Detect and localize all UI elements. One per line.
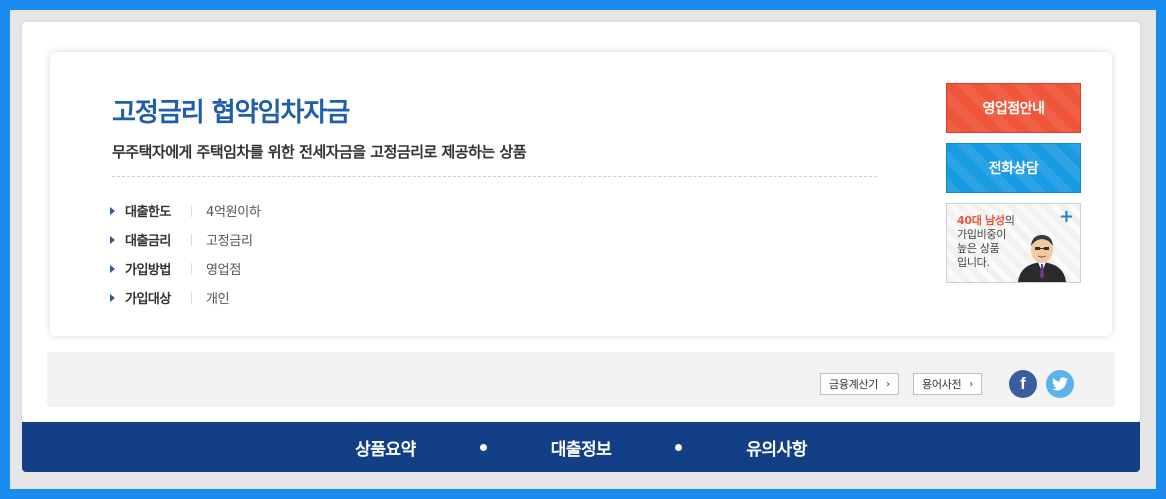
glossary-button[interactable]: 용어사전 › [913,373,982,395]
info-row-eligibility: 가입대상 개인 [110,283,261,312]
tab-notices[interactable]: 유의사항 [746,435,807,460]
arrow-right-icon [110,264,115,273]
info-label: 대출금리 [125,234,171,249]
tab-loan-info[interactable]: 대출정보 [551,435,612,460]
info-value: 고정금리 [206,234,253,249]
info-separator [191,262,192,275]
info-label: 가입방법 [125,263,171,278]
tab-product-summary[interactable]: 상품요약 [355,435,416,460]
twitter-icon [1052,377,1068,391]
facebook-share-button[interactable]: f [1009,370,1037,398]
arrow-right-icon [110,235,115,244]
branch-guide-button[interactable]: 영업점안내 [946,83,1081,133]
calculator-button[interactable]: 금융계산기 › [820,373,899,395]
chevron-right-icon: › [969,378,973,390]
product-title: 고정금리 협약임차자금 [112,98,350,128]
info-separator [191,291,192,304]
subscriber-stats-box[interactable]: 40대 남성의 가입비중이 높은 상품 입니다. + [946,203,1081,283]
info-value: 개인 [206,292,230,307]
chevron-right-icon: › [886,378,890,390]
calculator-label: 금융계산기 [829,378,879,391]
product-info-list: 대출한도 4억원이하 대출금리 고정금리 가입방법 영업점 가입대상 개인 [110,196,261,312]
phone-consult-button[interactable]: 전화상담 [946,143,1081,193]
nav-dot-separator [479,443,487,451]
bottom-tab-nav: 상품요약 대출정보 유의사항 [22,422,1140,472]
info-separator [191,233,192,246]
info-label: 대출한도 [125,205,171,220]
info-row-loan-limit: 대출한도 4억원이하 [110,196,261,225]
plus-icon[interactable]: + [1059,206,1074,227]
facebook-icon: f [1020,374,1026,393]
info-value: 4억원이하 [206,205,261,220]
nav-dot-separator [675,443,683,451]
stats-highlight: 40대 남성 [957,214,1005,227]
divider [112,176,877,177]
arrow-right-icon [110,293,115,302]
info-label: 가입대상 [125,292,171,307]
person-avatar-icon [1018,235,1066,282]
twitter-share-button[interactable] [1046,370,1074,398]
glossary-label: 용어사전 [922,378,962,391]
info-value: 영업점 [206,263,241,278]
info-separator [191,204,192,217]
info-row-join-method: 가입방법 영업점 [110,254,261,283]
info-row-interest-rate: 대출금리 고정금리 [110,225,261,254]
arrow-right-icon [110,206,115,215]
stats-line1-rest: 의 [1004,214,1015,227]
product-subtitle: 무주택자에게 주택임차를 위한 전세자금을 고정금리로 제공하는 상품 [112,143,527,161]
